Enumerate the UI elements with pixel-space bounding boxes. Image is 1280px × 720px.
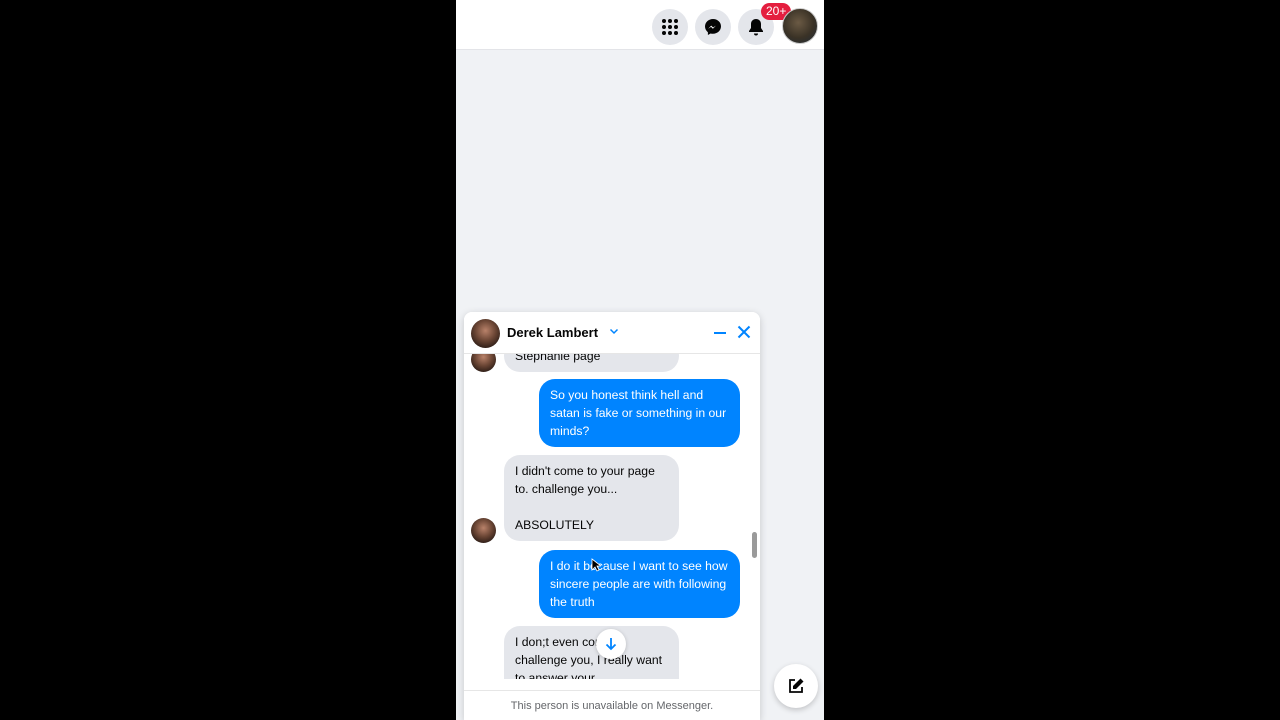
menu-grid-button[interactable] [652, 9, 688, 45]
arrow-down-icon [605, 638, 617, 651]
scrollbar-thumb[interactable] [752, 532, 757, 558]
scroll-to-bottom-button[interactable] [596, 629, 626, 659]
bell-icon [749, 19, 763, 36]
contact-avatar-small [471, 518, 496, 543]
messenger-button[interactable] [695, 9, 731, 45]
message-incoming: I don;t even come to challenge you, I re… [504, 626, 679, 679]
mouse-cursor-icon [591, 558, 601, 572]
chevron-down-icon[interactable] [609, 326, 619, 336]
message-outgoing: I do it because I want to see how sincer… [539, 550, 740, 618]
compose-icon [789, 678, 804, 693]
new-message-button[interactable] [774, 664, 818, 708]
unavailable-notice: This person is unavailable on Messenger. [464, 690, 760, 720]
contact-avatar-small [471, 354, 496, 372]
profile-avatar[interactable] [782, 8, 818, 44]
contact-name[interactable]: Derek Lambert [507, 325, 598, 340]
message-outgoing: So you honest think hell and satan is fa… [539, 379, 740, 447]
menu-grid-icon [662, 19, 678, 35]
messenger-icon [705, 19, 721, 35]
contact-avatar[interactable] [471, 319, 500, 348]
minimize-icon[interactable] [713, 326, 727, 340]
message-incoming: I didn't come to your page to. challenge… [504, 455, 679, 541]
close-icon[interactable] [737, 325, 751, 339]
message-incoming: Stephanie page [504, 354, 679, 372]
top-navigation-bar: 20+ [456, 0, 824, 50]
chat-header[interactable]: Derek Lambert [464, 312, 760, 354]
chat-window: Derek Lambert Stephanie page So you hone… [464, 312, 760, 720]
facebook-page: 20+ Derek Lambert Stephanie page So you … [456, 0, 824, 720]
